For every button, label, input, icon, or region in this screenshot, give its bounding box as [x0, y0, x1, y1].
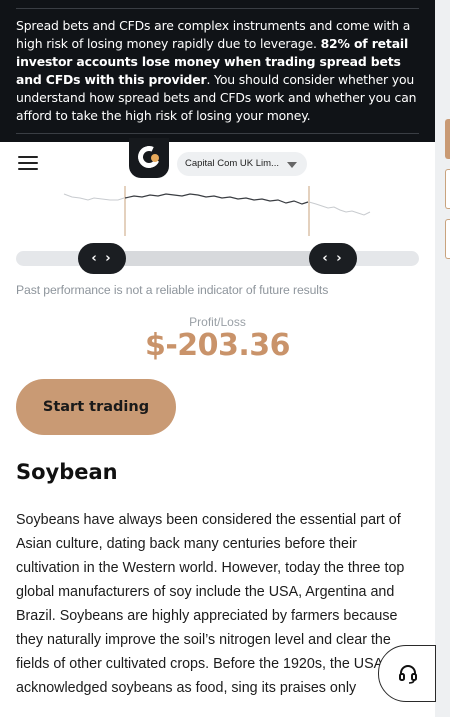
side-tab-1[interactable] [445, 119, 450, 159]
risk-warning-text: Spread bets and CFDs are complex instrum… [16, 17, 418, 125]
hamburger-menu-icon[interactable] [18, 156, 38, 172]
risk-warning-banner: Spread bets and CFDs are complex instrum… [0, 0, 435, 142]
support-chat-button[interactable] [378, 645, 436, 702]
profit-loss-value: $-203.36 [144, 328, 291, 363]
entity-selector-label: Capital Com UK Lim... [185, 158, 279, 169]
start-trading-button[interactable]: Start trading [16, 379, 176, 435]
banner-divider-top [16, 8, 419, 9]
price-line-left [63, 193, 125, 201]
capital-com-logo[interactable] [129, 138, 169, 178]
right-gutter [435, 0, 450, 717]
banner-divider-bottom [16, 133, 419, 134]
price-chart [63, 186, 371, 236]
logo-dot [151, 154, 159, 162]
range-handle-right[interactable]: ‹ › [309, 243, 357, 274]
past-performance-disclaimer: Past performance is not a reliable indic… [16, 283, 329, 297]
headset-icon [399, 665, 417, 684]
site-header: Capital Com UK Lim... [0, 138, 435, 186]
chart-range-selection[interactable] [102, 251, 332, 266]
side-tab-2[interactable] [445, 169, 450, 209]
side-tab-3[interactable] [445, 219, 450, 259]
price-line-right [308, 201, 371, 216]
price-line-middle [124, 193, 309, 205]
article-heading: Soybean [16, 460, 118, 484]
entity-selector[interactable]: Capital Com UK Lim... [177, 152, 307, 176]
article-body: Soybeans have always been considered the… [16, 512, 405, 696]
range-handle-left[interactable]: ‹ › [78, 243, 126, 274]
caret-down-icon [287, 162, 297, 168]
profit-loss-label: Profit/Loss [189, 315, 246, 329]
